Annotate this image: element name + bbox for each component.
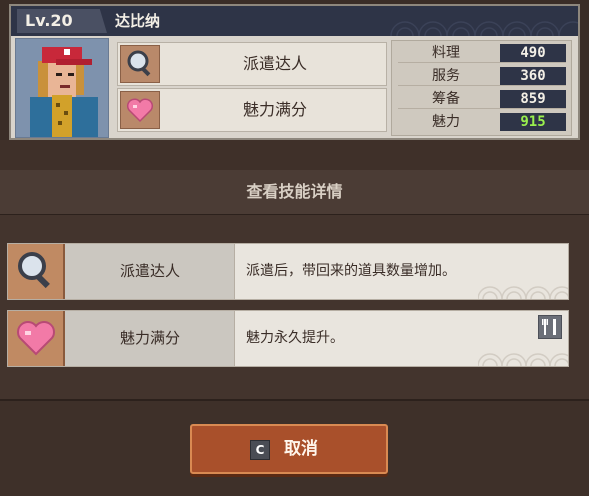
stat-row: 魅力 915	[398, 112, 566, 132]
heart-icon	[126, 98, 154, 123]
character-name: 达比纳	[115, 12, 161, 30]
stat-label: 筹备	[432, 91, 460, 107]
section-bar: 查看技能详情	[0, 170, 589, 214]
heart-icon	[17, 321, 55, 356]
skill-row-charm: 魅力满分	[117, 88, 387, 132]
skill-label: 魅力满分	[242, 100, 307, 119]
skill-name: 派遣达人	[119, 262, 180, 280]
stat-row: 服务 360	[398, 66, 566, 86]
magnifier-icon	[18, 252, 50, 289]
character-panel: Lv.20 达比纳 派遣达人 魅力满分 料理 490 服务 360 筹备 859…	[9, 4, 580, 140]
stat-value: 490	[500, 44, 566, 62]
skill-detail-row-charm: 魅力满分 魅力永久提升。	[7, 310, 569, 367]
keyboard-key-c: C	[250, 440, 270, 460]
stat-label: 魅力	[432, 114, 460, 130]
cancel-label: 取消	[284, 439, 318, 459]
character-portrait	[15, 38, 109, 138]
wave-decoration	[478, 353, 568, 366]
stat-value-highlight: 915	[500, 113, 566, 131]
portrait-image	[16, 39, 108, 137]
stat-label: 服务	[432, 68, 460, 84]
section-title: 查看技能详情	[246, 182, 343, 201]
skill-label: 派遣达人	[242, 54, 307, 73]
stat-value: 360	[500, 67, 566, 85]
skill-icon-box	[120, 91, 160, 129]
detail-name-box: 派遣达人	[65, 244, 235, 299]
skill-icon-box	[120, 45, 160, 83]
detail-icon-box	[8, 244, 65, 299]
wave-decoration	[478, 286, 568, 299]
level-tag: Lv.20	[17, 9, 107, 33]
character-header: Lv.20 达比纳	[11, 6, 578, 36]
stat-value: 859	[500, 90, 566, 108]
stat-row: 料理 490	[398, 43, 566, 63]
skill-description: 魅力永久提升。	[246, 330, 344, 346]
skill-description: 派遣后，带回来的道具数量增加。	[246, 263, 456, 279]
skill-detail-row-dispatch: 派遣达人 派遣后，带回来的道具数量增加。	[7, 243, 569, 300]
stat-label: 料理	[432, 45, 460, 61]
detail-icon-box	[8, 311, 65, 366]
detail-name-box: 魅力满分	[65, 311, 235, 366]
skill-name: 魅力满分	[119, 329, 180, 347]
skill-row-dispatch: 派遣达人	[117, 42, 387, 86]
skill-detail-screen: Lv.20 达比纳 派遣达人 魅力满分 料理 490 服务 360 筹备 859…	[0, 0, 589, 496]
cancel-button[interactable]: C 取消	[190, 424, 388, 474]
stats-box: 料理 490 服务 360 筹备 859 魅力 915	[391, 40, 572, 136]
stat-row: 筹备 859	[398, 89, 566, 109]
magnifier-icon	[127, 50, 151, 77]
utensils-icon	[538, 315, 562, 339]
